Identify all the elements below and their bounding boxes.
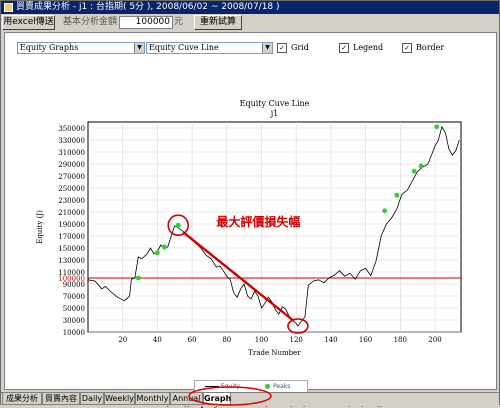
tab-highlight-overlay (188, 386, 272, 406)
graph-tab-highlight-circle (188, 386, 272, 406)
app-window: 買賣成果分析 - j1 : 台指期( 5分 ), 2008/06/02 ~ 20… (0, 0, 500, 408)
